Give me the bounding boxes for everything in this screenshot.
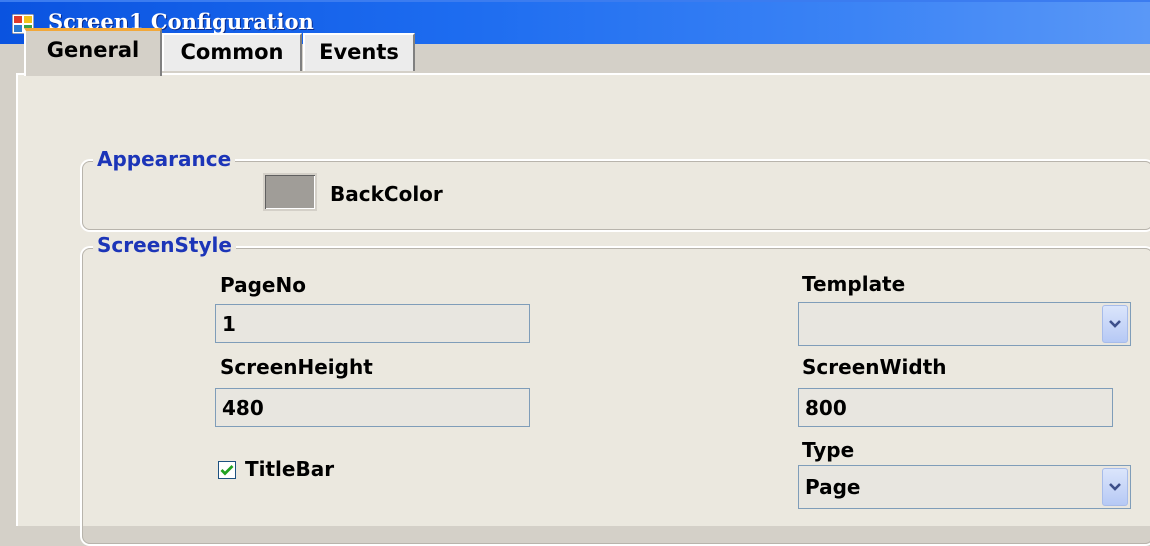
pageno-value: 1 — [222, 311, 236, 336]
type-select[interactable]: Page — [798, 465, 1131, 509]
template-dropdown-button[interactable] — [1102, 305, 1128, 343]
screenstyle-legend: ScreenStyle — [93, 233, 236, 257]
screenwidth-label: ScreenWidth — [802, 355, 947, 379]
backcolor-label: BackColor — [330, 182, 443, 206]
chevron-down-icon — [1109, 483, 1121, 491]
screenwidth-input[interactable]: 800 — [798, 388, 1113, 427]
titlebar-checkbox[interactable] — [218, 461, 236, 479]
pageno-label: PageNo — [220, 273, 306, 297]
appearance-group — [80, 159, 1150, 232]
screenheight-label: ScreenHeight — [220, 355, 373, 379]
backcolor-swatch[interactable] — [263, 173, 317, 211]
type-dropdown-button[interactable] — [1102, 468, 1128, 506]
template-label: Template — [802, 272, 906, 296]
screenheight-input[interactable]: 480 — [215, 388, 530, 427]
type-value: Page — [805, 475, 861, 499]
tab-events-label: Events — [319, 40, 399, 64]
chevron-down-icon — [1109, 320, 1121, 328]
titlebar-label: TitleBar — [245, 457, 335, 481]
screenheight-value: 480 — [222, 395, 264, 420]
tab-events[interactable]: Events — [303, 33, 415, 71]
checkmark-icon — [220, 465, 234, 476]
tab-common[interactable]: Common — [162, 33, 302, 71]
pageno-input[interactable]: 1 — [215, 304, 530, 343]
type-label: Type — [802, 438, 855, 462]
template-select[interactable] — [798, 302, 1131, 346]
tab-general-label: General — [46, 38, 140, 62]
tab-general[interactable]: General — [24, 28, 162, 76]
screenwidth-value: 800 — [805, 395, 847, 420]
appearance-legend: Appearance — [93, 147, 236, 171]
tab-common-label: Common — [180, 40, 284, 64]
